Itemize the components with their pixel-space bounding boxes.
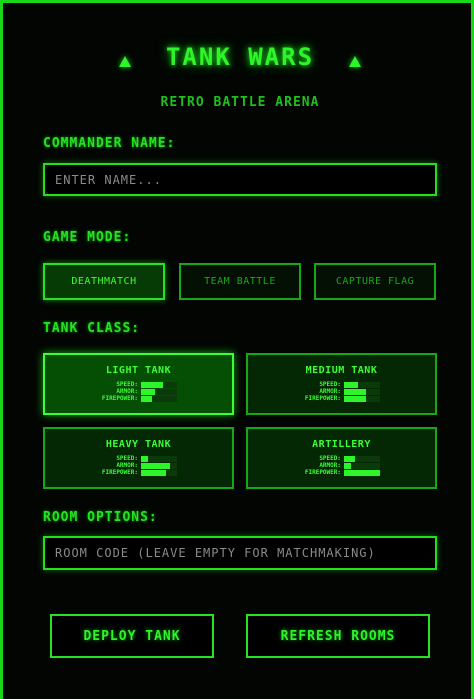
mode-deathmatch-button[interactable]: DEATHMATCH [43,263,165,300]
armor-bar-fill [344,463,352,469]
firepower-stat-label: FIREPOWER: [101,395,138,402]
firepower-stat-label: FIREPOWER: [304,469,341,476]
firepower-bar-fill [344,396,366,402]
refresh-rooms-button[interactable]: REFRESH ROOMS [246,614,430,658]
triangle-right-icon [349,56,361,67]
room-options-label: ROOM OPTIONS: [43,510,158,525]
class-card-heavy-tank[interactable]: HEAVY TANK SPEED: ARMOR: FIREPOWER: [43,427,234,489]
tank-class-label: TANK CLASS: [43,321,141,336]
firepower-bar-fill [344,470,380,476]
mode-team-battle-button[interactable]: TEAM BATTLE [179,263,301,300]
speed-bar-fill [141,382,163,388]
speed-bar-fill [344,456,355,462]
class-card-medium-tank[interactable]: MEDIUM TANK SPEED: ARMOR: FIREPOWER: [246,353,437,415]
armor-bar-fill [141,389,156,395]
class-name: ARTILLERY [312,439,371,450]
class-name: HEAVY TANK [105,439,172,450]
commander-name-label: COMMANDER NAME: [43,136,176,151]
game-subtitle: RETRO BATTLE ARENA [160,95,320,110]
class-name: MEDIUM TANK [305,365,378,376]
room-code-input[interactable] [43,536,437,570]
speed-bar-fill [344,382,359,388]
game-panel: TANK WARS RETRO BATTLE ARENA COMMANDER N… [0,0,474,699]
class-name: LIGHT TANK [105,365,172,376]
class-card-artillery[interactable]: ARTILLERY SPEED: ARMOR: FIREPOWER: [246,427,437,489]
armor-bar-fill [141,463,170,469]
triangle-left-icon [119,56,131,67]
deploy-tank-button[interactable]: DEPLOY TANK [50,614,214,658]
firepower-stat-label: FIREPOWER: [101,469,138,476]
firepower-bar-fill [141,396,152,402]
armor-bar-fill [344,389,366,395]
firepower-stat-label: FIREPOWER: [304,395,341,402]
commander-name-input[interactable] [43,163,437,196]
game-title: TANK WARS [165,43,315,71]
speed-bar-fill [141,456,149,462]
mode-capture-flag-button[interactable]: CAPTURE FLAG [314,263,436,300]
game-mode-label: GAME MODE: [43,230,132,245]
firepower-bar-fill [141,470,167,476]
title-row: TANK WARS [3,43,474,71]
class-card-light-tank[interactable]: LIGHT TANK SPEED: ARMOR: FIREPOWER: [43,353,234,415]
